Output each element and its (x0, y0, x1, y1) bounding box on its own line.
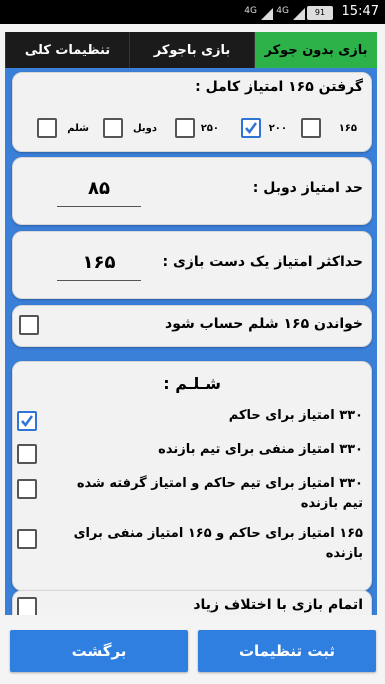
double-limit-label: حد امتیاز دوبل : (252, 180, 363, 196)
tab-no-joker[interactable]: بازی بدون جوکر (253, 32, 377, 68)
shelem-checkbox-4[interactable] (17, 529, 37, 549)
checkbox-shelem[interactable] (37, 118, 57, 138)
shelem-option-1: ۳۳۰ امتیاز برای حاکم (228, 408, 363, 423)
shelem-option-2: ۳۳۰ امتیاز منفی برای تیم بازنده (158, 442, 363, 457)
network-type-label-2: 4G (276, 6, 289, 16)
end-game-checkbox[interactable] (17, 597, 37, 615)
clock: 15:47 (341, 4, 379, 19)
double-limit-input[interactable]: ۸۵ (57, 174, 141, 207)
shelem-call-label: خواندن ۱۶۵ شلم حساب شود (165, 316, 363, 332)
settings-panel[interactable]: گرفتن ۱۶۵ امتیاز کامل : ۱۶۵ ۲۰۰ ۲۵۰ دوبل… (5, 68, 377, 615)
end-game-label: اتمام بازی با اختلاف زیاد (193, 597, 363, 613)
shelem-option-3: ۳۳۰ امتیاز برای تیم حاکم و امتیاز گرفته … (76, 476, 363, 511)
tab-with-joker[interactable]: بازی باجوکر (129, 32, 254, 68)
back-button[interactable]: برگشت (10, 630, 188, 672)
checkbox-165[interactable] (301, 118, 321, 138)
check-icon (245, 122, 258, 135)
shelem-option-4: ۱۶۵ امتیاز برای حاکم و ۱۶۵ امتیاز منفی ب… (73, 526, 363, 561)
shelem-call-card: خواندن ۱۶۵ شلم حساب شود (12, 305, 372, 347)
shelem-checkbox-2[interactable] (17, 444, 37, 464)
full-score-title: گرفتن ۱۶۵ امتیاز کامل : (195, 79, 363, 95)
end-game-card: اتمام بازی با اختلاف زیاد (12, 590, 372, 615)
save-settings-button[interactable]: ثبت تنظیمات (198, 630, 376, 672)
max-hand-input[interactable]: ۱۶۵ (57, 248, 141, 281)
full-score-card: گرفتن ۱۶۵ امتیاز کامل : ۱۶۵ ۲۰۰ ۲۵۰ دوبل… (12, 72, 372, 152)
shelem-title: شـلـم : (163, 374, 221, 393)
checkbox-double[interactable] (103, 118, 123, 138)
battery-icon: 91 (307, 6, 333, 20)
shelem-checkbox-1[interactable] (17, 411, 37, 431)
shelem-checkbox-3[interactable] (17, 479, 37, 499)
status-bar: 4G 4G 91 15:47 (0, 0, 385, 24)
option-label-200: ۲۰۰ (268, 123, 287, 134)
checkbox-200[interactable] (241, 118, 261, 138)
shelem-call-checkbox[interactable] (19, 315, 39, 335)
tab-bar: بازی بدون جوکر بازی باجوکر تنظیمات کلی (5, 32, 377, 68)
option-label-double: دوبل (132, 123, 157, 134)
network-type-label: 4G (244, 6, 257, 16)
check-icon (21, 415, 34, 428)
max-hand-card: حداکثر امتیاز یک دست بازی : ۱۶۵ (12, 231, 372, 299)
checkbox-250[interactable] (175, 118, 195, 138)
max-hand-label: حداکثر امتیاز یک دست بازی : (162, 254, 364, 270)
double-limit-card: حد امتیاز دوبل : ۸۵ (12, 157, 372, 225)
option-label-shelem: شلم (67, 123, 89, 134)
shelem-card: شـلـم : ۳۳۰ امتیاز برای حاکم ۳۳۰ امتیاز … (12, 361, 372, 591)
signal-icon-2 (293, 5, 305, 20)
tab-general-settings[interactable]: تنظیمات کلی (5, 32, 129, 68)
signal-icon (261, 5, 273, 20)
option-label-250: ۲۵۰ (200, 123, 219, 134)
option-label-165: ۱۶۵ (338, 123, 357, 134)
